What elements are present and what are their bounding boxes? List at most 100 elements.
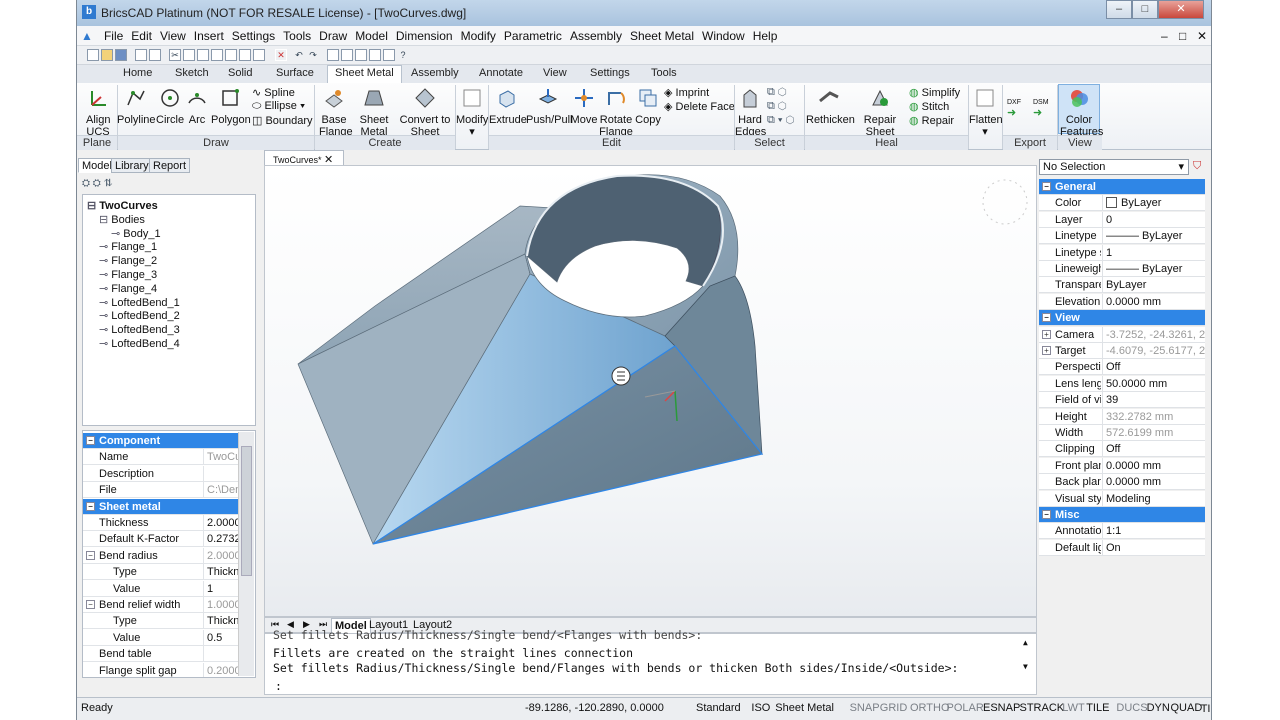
align-ucs-button[interactable]: Align UCS bbox=[81, 87, 115, 138]
tree-item[interactable]: ⊟ TwoCurves bbox=[87, 199, 158, 212]
menu-settings[interactable]: Settings bbox=[228, 26, 279, 46]
menu-view[interactable]: View bbox=[156, 26, 190, 46]
circle-button[interactable]: Circle bbox=[156, 87, 184, 126]
collapse-icon[interactable]: − bbox=[86, 436, 95, 445]
boundary-button[interactable]: ◫ Boundary bbox=[252, 114, 313, 127]
property-value[interactable]: Off bbox=[1102, 359, 1205, 376]
property-value[interactable]: Thickness bbox=[203, 564, 243, 581]
menu-help[interactable]: Help bbox=[749, 26, 782, 46]
status-toggle[interactable]: LWT bbox=[1062, 702, 1084, 714]
property-value[interactable]: 0.27324 bbox=[203, 531, 243, 548]
property-value[interactable]: ——— ByLayer bbox=[1102, 228, 1205, 245]
status-toggle[interactable]: Sheet Metal bbox=[775, 702, 834, 714]
property-value[interactable]: 2.0000 bbox=[203, 515, 243, 531]
status-toggle[interactable]: STRACK bbox=[1020, 702, 1065, 714]
menu-assembly[interactable]: Assembly bbox=[566, 26, 626, 46]
tree-item[interactable]: ⊸ Flange_2 bbox=[99, 254, 157, 267]
menu-file[interactable]: File bbox=[100, 26, 127, 46]
component-scrollbar[interactable] bbox=[238, 432, 254, 676]
property-value[interactable]: TwoCurves bbox=[203, 449, 243, 466]
menu-edit[interactable]: Edit bbox=[127, 26, 156, 46]
status-toggle[interactable]: TILE bbox=[1086, 702, 1109, 714]
menu-dimension[interactable]: Dimension bbox=[392, 26, 457, 46]
property-value[interactable]: 1 bbox=[1102, 244, 1205, 261]
tree-item[interactable]: ⊸ LoftedBend_3 bbox=[99, 323, 180, 336]
menu-model[interactable]: Model bbox=[351, 26, 392, 46]
cloud-icon[interactable] bbox=[225, 49, 237, 61]
select-tool-2[interactable]: ⧉ ⬡ bbox=[767, 100, 787, 113]
polygon-button[interactable]: Polygon bbox=[211, 87, 251, 126]
stitch-button[interactable]: ◍ Stitch bbox=[909, 100, 949, 113]
image-icon[interactable] bbox=[383, 49, 395, 61]
close-button[interactable]: ✕ bbox=[1158, 0, 1204, 19]
doc-minimize-button[interactable]: – bbox=[1157, 26, 1172, 46]
tab-sheet-metal[interactable]: Sheet Metal bbox=[327, 65, 402, 83]
menu-window[interactable]: Window bbox=[698, 26, 749, 46]
property-value[interactable]: 2.0000 bbox=[203, 547, 243, 564]
move-button[interactable]: Move bbox=[570, 87, 598, 126]
help-icon[interactable]: ? bbox=[397, 49, 409, 61]
expand-icon[interactable]: + bbox=[1042, 329, 1051, 339]
property-section[interactable]: − Misc bbox=[1039, 507, 1205, 523]
collapse-icon[interactable]: − bbox=[86, 501, 95, 511]
drawing-explorer-icon[interactable] bbox=[341, 49, 353, 61]
undo-icon[interactable]: ↶ bbox=[293, 49, 305, 61]
property-section[interactable]: − View bbox=[1039, 310, 1205, 327]
collapse-icon[interactable]: − bbox=[86, 550, 95, 560]
expand-icon[interactable]: + bbox=[1042, 346, 1051, 355]
property-value[interactable]: 572.6199 mm bbox=[1102, 425, 1205, 441]
export-dxf-button[interactable]: DXF ➜ bbox=[1007, 99, 1021, 119]
tree-sort-icon[interactable]: ⇅ bbox=[104, 178, 113, 189]
property-value[interactable]: 1 bbox=[203, 580, 243, 597]
delete-face-button[interactable]: ◈ Delete Face bbox=[664, 100, 735, 113]
redo-icon[interactable]: ↷ bbox=[307, 49, 319, 61]
tab-assembly[interactable]: Assembly bbox=[411, 67, 459, 79]
command-line[interactable]: Set fillets Radius/Thickness/Single bend… bbox=[264, 628, 1037, 695]
status-toggle[interactable]: ISO bbox=[751, 702, 770, 714]
tab-home[interactable]: Home bbox=[123, 67, 152, 79]
open-icon[interactable] bbox=[101, 49, 113, 61]
collapse-icon[interactable]: − bbox=[86, 600, 95, 609]
push-pull-button[interactable]: Push/Pull bbox=[526, 87, 572, 126]
status-toggle[interactable]: DUCS bbox=[1116, 702, 1147, 714]
block-icon[interactable] bbox=[369, 49, 381, 61]
select-tool-1[interactable]: ⧉ ⬡ bbox=[767, 86, 787, 99]
settings-icon[interactable] bbox=[253, 49, 265, 61]
hard-edges-button[interactable]: Hard Edges bbox=[735, 87, 766, 138]
menu-tools[interactable]: Tools bbox=[279, 26, 315, 46]
property-value[interactable]: Thickness bbox=[203, 613, 243, 630]
property-value[interactable]: 50.0000 mm bbox=[1102, 375, 1205, 392]
doc-restore-button[interactable]: □ bbox=[1175, 26, 1190, 46]
tab-solid[interactable]: Solid bbox=[228, 67, 252, 79]
tab-annotate[interactable]: Annotate bbox=[479, 67, 523, 79]
status-toggle[interactable]: QUAD bbox=[1171, 702, 1203, 714]
property-value[interactable]: 0.0000 mm bbox=[1102, 474, 1205, 491]
property-value[interactable]: ByLayer bbox=[1102, 195, 1205, 212]
minimize-button[interactable]: – bbox=[1106, 0, 1132, 19]
doc-close-button[interactable]: ✕ bbox=[1193, 26, 1211, 46]
tab-tools[interactable]: Tools bbox=[651, 67, 677, 79]
command-scroll-down[interactable]: ▼ bbox=[1023, 662, 1028, 671]
maximize-button[interactable]: □ bbox=[1132, 0, 1158, 19]
property-value[interactable]: 1.0000 bbox=[203, 597, 243, 613]
property-value[interactable]: On bbox=[1102, 539, 1205, 556]
tree-item[interactable]: ⊸ Flange_1 bbox=[99, 240, 157, 253]
polyline-button[interactable]: Polyline bbox=[117, 87, 156, 126]
property-value[interactable]: Modeling bbox=[1102, 490, 1205, 507]
property-value[interactable]: 0.0000 mm bbox=[1102, 293, 1205, 310]
select-tool-3[interactable]: ⧉ ▾ ⬡ bbox=[767, 114, 794, 127]
color-features-button[interactable]: Color Features bbox=[1058, 84, 1103, 138]
copy-button[interactable]: Copy bbox=[634, 87, 662, 126]
document-tab[interactable]: TwoCurves* ✕ bbox=[264, 150, 344, 166]
save-icon[interactable] bbox=[115, 49, 127, 61]
menu-draw[interactable]: Draw bbox=[315, 26, 351, 46]
paste-icon[interactable] bbox=[197, 49, 209, 61]
tree-item[interactable]: ⊸ Flange_4 bbox=[99, 282, 157, 295]
property-value[interactable]: 0.2000 bbox=[203, 662, 243, 677]
status-toggle[interactable]: GRID bbox=[880, 702, 908, 714]
menu-parametric[interactable]: Parametric bbox=[500, 26, 566, 46]
arc-button[interactable]: Arc bbox=[184, 87, 210, 126]
tab-surface[interactable]: Surface bbox=[276, 67, 314, 79]
status-toggle[interactable]: SNAP bbox=[850, 702, 880, 714]
export-dsm-button[interactable]: DSM ➜ bbox=[1033, 99, 1049, 119]
